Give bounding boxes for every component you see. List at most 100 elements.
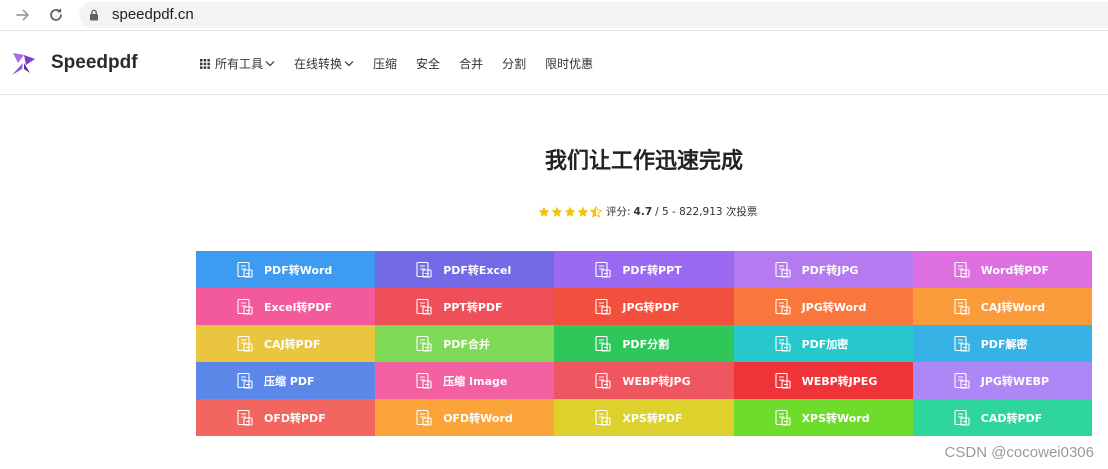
nav-label: 限时优惠 <box>545 57 594 71</box>
tool-label: CAD转PDF <box>980 411 1043 425</box>
document-convert-icon <box>415 261 433 279</box>
logo-text[interactable]: Speedpdf <box>51 52 138 74</box>
chevron-down-icon <box>344 61 354 67</box>
star-icon <box>551 206 563 217</box>
document-convert-icon <box>415 372 433 390</box>
rating-suffix: / 5 - 822,913 次投票 <box>655 206 758 218</box>
tool-tile[interactable]: OFD转PDF <box>196 399 376 436</box>
lock-icon <box>90 9 98 21</box>
grid-icon <box>200 58 210 69</box>
tool-label: 压缩 Image <box>443 374 508 388</box>
tool-tile[interactable]: XPS转PDF <box>554 399 734 436</box>
tool-tile[interactable]: CAJ转Word <box>912 288 1092 325</box>
nav-online-convert[interactable]: 在线转换 <box>294 55 354 72</box>
document-convert-icon <box>236 261 254 279</box>
tool-label: CAJ转PDF <box>264 337 321 351</box>
nav-label: 在线转换 <box>294 57 343 71</box>
star-rating <box>538 205 603 218</box>
nav-label: 压缩 <box>373 57 398 71</box>
tool-tile[interactable]: CAD转PDF <box>912 399 1092 436</box>
tool-tile[interactable]: JPG转Word <box>733 288 913 325</box>
document-convert-icon <box>594 372 612 390</box>
tool-label: Word转PDF <box>980 263 1050 277</box>
tool-tile[interactable]: PPT转PDF <box>375 288 555 325</box>
star-icon <box>538 206 550 217</box>
nav-label: 所有工具 <box>215 57 264 71</box>
watermark: CSDN @cocowei0306 <box>944 444 1094 461</box>
arrow-right-icon <box>16 9 29 21</box>
document-convert-icon <box>774 298 792 316</box>
nav-label: 合并 <box>459 57 484 71</box>
nav-label: 安全 <box>416 57 441 71</box>
tool-label: PDF合并 <box>443 337 490 351</box>
half-star-icon <box>590 205 602 218</box>
document-convert-icon <box>774 372 792 390</box>
nav-split[interactable]: 分割 <box>502 55 526 72</box>
document-convert-icon <box>774 261 792 279</box>
document-convert-icon <box>415 298 433 316</box>
tool-grid: PDF转Word PDF转Excel PDF转PPT PDF转JPG Word转PDF E… <box>196 251 1092 436</box>
document-convert-icon <box>594 335 612 353</box>
tool-tile[interactable]: PDF转Word <box>196 251 376 288</box>
butterfly-logo-icon[interactable] <box>10 49 40 79</box>
tool-tile[interactable]: WEBP转JPEG <box>733 362 913 399</box>
tool-tile[interactable]: WEBP转JPG <box>554 362 734 399</box>
tool-tile[interactable]: PDF分割 <box>554 325 734 362</box>
document-convert-icon <box>953 298 971 316</box>
chevron-down-icon <box>265 61 275 67</box>
nav-limited-offer[interactable]: 限时优惠 <box>545 55 593 72</box>
tool-label: 压缩 PDF <box>264 374 315 388</box>
tool-label: JPG转PDF <box>622 300 680 314</box>
tool-label: PDF转JPG <box>801 263 859 277</box>
tool-label: JPG转Word <box>801 300 867 314</box>
tool-tile[interactable]: Word转PDF <box>912 251 1092 288</box>
tool-tile[interactable]: OFD转Word <box>375 399 555 436</box>
tool-tile[interactable]: PDF加密 <box>733 325 913 362</box>
tool-tile[interactable]: XPS转Word <box>733 399 913 436</box>
nav-merge[interactable]: 合并 <box>459 55 483 72</box>
nav-security[interactable]: 安全 <box>416 55 440 72</box>
tool-label: PPT转PDF <box>443 300 503 314</box>
star-icon <box>564 206 576 217</box>
tool-tile[interactable]: PDF转PPT <box>554 251 734 288</box>
tool-tile[interactable]: 压缩 PDF <box>196 362 376 399</box>
tool-tile[interactable]: CAJ转PDF <box>196 325 376 362</box>
tool-label: WEBP转JPEG <box>801 374 878 388</box>
document-convert-icon <box>236 372 254 390</box>
rating-value: 4.7 <box>633 205 653 218</box>
nav-all-tools[interactable]: 所有工具 <box>200 55 275 72</box>
document-convert-icon <box>236 409 254 427</box>
document-convert-icon <box>953 261 971 279</box>
tool-tile[interactable]: 压缩 Image <box>375 362 555 399</box>
tool-label: OFD转Word <box>443 411 513 425</box>
document-convert-icon <box>594 261 612 279</box>
document-convert-icon <box>774 335 792 353</box>
tool-label: CAJ转Word <box>980 300 1046 314</box>
document-convert-icon <box>594 409 612 427</box>
address-bar[interactable]: speedpdf.cn <box>79 2 1108 28</box>
tool-label: PDF加密 <box>801 337 849 351</box>
document-convert-icon <box>953 372 971 390</box>
nav-label: 分割 <box>502 57 527 71</box>
nav-compress[interactable]: 压缩 <box>373 55 397 72</box>
reload-icon <box>50 8 62 21</box>
tool-label: XPS转PDF <box>622 411 683 425</box>
tool-label: PDF转Word <box>264 263 333 277</box>
tool-tile[interactable]: JPG转PDF <box>554 288 734 325</box>
tool-label: OFD转PDF <box>264 411 326 425</box>
tool-tile[interactable]: Excel转PDF <box>196 288 376 325</box>
forward-button[interactable] <box>12 4 34 26</box>
tool-tile[interactable]: PDF转Excel <box>375 251 555 288</box>
rating-prefix: 评分: <box>606 206 631 218</box>
site-header: Speedpdf 所有工具 在线转换 压缩 安全 合并 分割 限时优惠 <box>0 31 1108 95</box>
tool-tile[interactable]: PDF合并 <box>375 325 555 362</box>
reload-button[interactable] <box>45 4 67 26</box>
tool-tile[interactable]: JPG转WEBP <box>912 362 1092 399</box>
tool-label: PDF解密 <box>980 337 1028 351</box>
document-convert-icon <box>236 298 254 316</box>
browser-toolbar: speedpdf.cn <box>0 0 1108 31</box>
tool-tile[interactable]: PDF解密 <box>912 325 1092 362</box>
tool-tile[interactable]: PDF转JPG <box>733 251 913 288</box>
hero-title: 我们让工作迅速完成 <box>544 149 743 174</box>
document-convert-icon <box>236 335 254 353</box>
